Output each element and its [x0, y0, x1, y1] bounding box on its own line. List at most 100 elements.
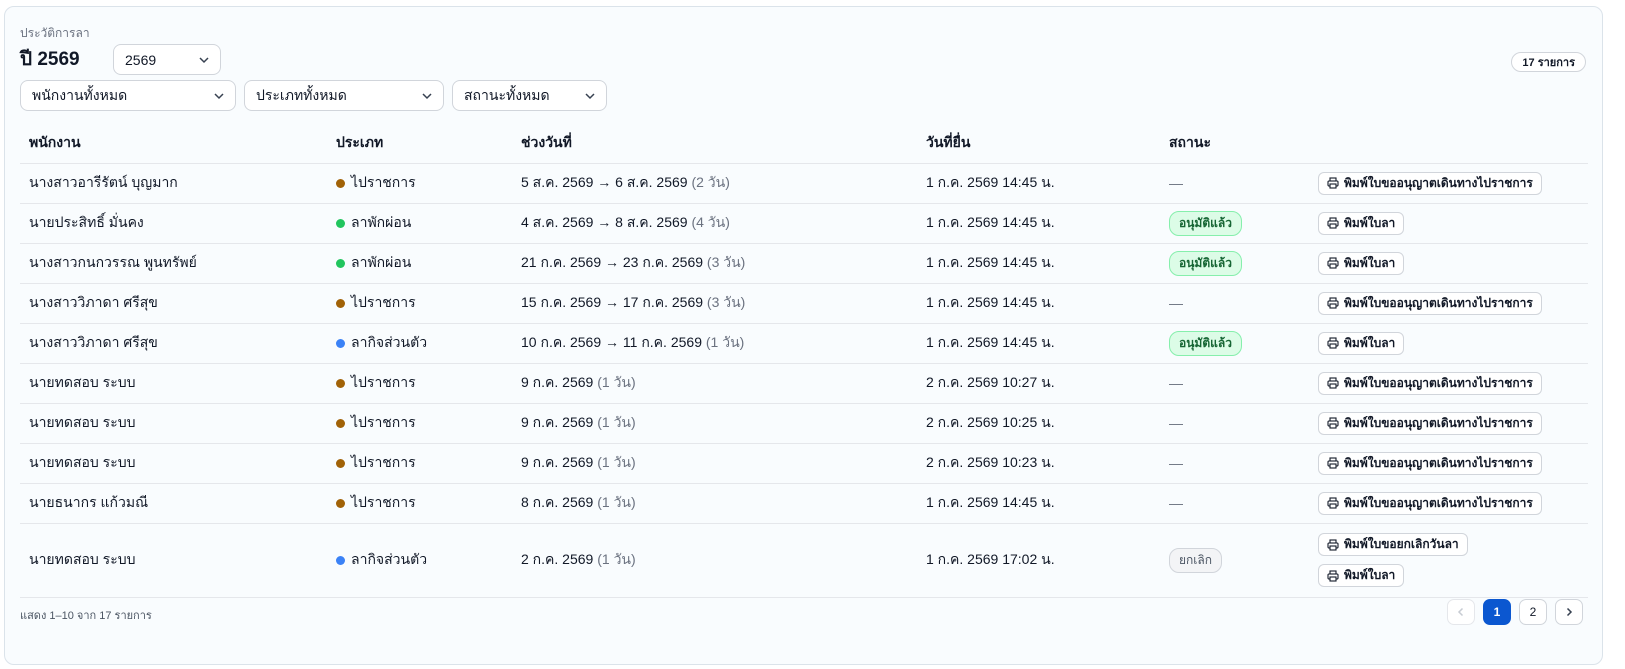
printer-icon	[1327, 457, 1339, 469]
date-range-cell: 2 ก.ค. 2569 (1 วัน)	[512, 523, 917, 598]
chevron-down-icon	[585, 93, 595, 100]
action-buttons: พิมพ์ใบขออนุญาตเดินทางไปราชการ	[1318, 451, 1588, 475]
employee-cell: นายทดสอบ ระบบ	[20, 403, 327, 444]
date-range: 15 ก.ค. 2569 → 17 ก.ค. 2569	[521, 294, 704, 310]
employee-cell: นางสาวอารีรัตน์ บุญมาก	[20, 163, 327, 204]
print-button-label: พิมพ์ใบขออนุญาตเดินทางไปราชการ	[1344, 375, 1533, 390]
day-count: (1 วัน)	[597, 494, 636, 510]
status-empty: —	[1169, 375, 1183, 391]
actions-cell: พิมพ์ใบขออนุญาตเดินทางไปราชการ	[1309, 483, 1588, 524]
type-cell: ลากิจส่วนตัว	[327, 523, 512, 598]
page-button-2[interactable]: 2	[1519, 599, 1547, 625]
type-dot	[336, 218, 345, 228]
table-row: นางสาววิภาดา ศรีสุข ลากิจส่วนตัว 10 ก.ค. 2…	[20, 323, 1588, 364]
day-count: (3 วัน)	[706, 294, 746, 310]
type-label: ไปราชการ	[351, 454, 416, 470]
day-count: (1 วัน)	[597, 414, 636, 430]
table-row: นางสาวกนกวรรณ พูนทรัพย์ ลาพักผ่อน 21 ก.ค. …	[20, 243, 1588, 284]
date-range-cell: 5 ส.ค. 2569 → 6 ส.ค. 2569 (2 วัน)	[512, 163, 917, 204]
print-button[interactable]: พิมพ์ใบขอยกเลิกวันลา	[1318, 533, 1468, 556]
action-buttons: พิมพ์ใบลา	[1318, 331, 1588, 355]
print-button[interactable]: พิมพ์ใบลา	[1318, 211, 1405, 235]
employee-filter-select[interactable]: พนักงานทั้งหมด	[20, 80, 236, 111]
status-empty: —	[1169, 295, 1183, 311]
printer-icon	[1327, 377, 1339, 389]
table-header-row: พนักงาน ประเภท ช่วงวันที่ วันที่ยื่น สถา…	[20, 123, 1588, 164]
submitted-cell: 1 ก.ค. 2569 14:45 น.	[917, 163, 1160, 204]
status-cell: —	[1160, 403, 1309, 444]
action-buttons: พิมพ์ใบขออนุญาตเดินทางไปราชการ	[1318, 171, 1588, 195]
type-label-wrap: ไปราชการ	[336, 172, 416, 194]
type-label-wrap: ลาพักผ่อน	[336, 212, 411, 234]
print-button-label: พิมพ์ใบขออนุญาตเดินทางไปราชการ	[1344, 175, 1533, 190]
print-button[interactable]: พิมพ์ใบขออนุญาตเดินทางไปราชการ	[1318, 171, 1542, 195]
printer-icon	[1327, 417, 1339, 429]
type-dot	[336, 178, 345, 188]
status-filter-select[interactable]: สถานะทั้งหมด	[452, 80, 607, 111]
printer-icon	[1327, 217, 1339, 229]
print-button-label: พิมพ์ใบขออนุญาตเดินทางไปราชการ	[1344, 495, 1533, 510]
page-button-1[interactable]: 1	[1483, 599, 1511, 625]
type-dot	[336, 258, 345, 268]
type-cell: ลากิจส่วนตัว	[327, 323, 512, 364]
printer-icon	[1327, 337, 1339, 349]
status-empty: —	[1169, 415, 1183, 431]
date-range: 2 ก.ค. 2569	[521, 551, 594, 567]
print-button[interactable]: พิมพ์ใบขออนุญาตเดินทางไปราชการ	[1318, 491, 1542, 515]
col-header-range: ช่วงวันที่	[512, 123, 917, 164]
record-count-badge: 17 รายการ	[1511, 52, 1586, 72]
printer-icon	[1327, 569, 1339, 582]
status-cell: อนุมัติแล้ว	[1160, 243, 1309, 284]
status-cell: —	[1160, 443, 1309, 484]
date-range-cell: 9 ก.ค. 2569 (1 วัน)	[512, 403, 917, 444]
printer-icon	[1327, 257, 1339, 269]
prev-page-button[interactable]	[1447, 599, 1475, 625]
day-count: (1 วัน)	[597, 454, 636, 470]
print-button[interactable]: พิมพ์ใบลา	[1318, 331, 1405, 355]
date-range-cell: 9 ก.ค. 2569 (1 วัน)	[512, 443, 917, 484]
actions-cell: พิมพ์ใบขออนุญาตเดินทางไปราชการ	[1309, 283, 1588, 324]
status-cell: อนุมัติแล้ว	[1160, 203, 1309, 244]
type-filter-select[interactable]: ประเภททั้งหมด	[244, 80, 444, 111]
year-select[interactable]: 2569	[113, 44, 221, 75]
day-count: (1 วัน)	[597, 551, 636, 567]
action-buttons: พิมพ์ใบลา	[1318, 211, 1588, 235]
status-empty: —	[1169, 495, 1183, 511]
type-dot	[336, 418, 345, 428]
employee-filter-value: พนักงานทั้งหมด	[32, 86, 128, 103]
print-button-label: พิมพ์ใบขออนุญาตเดินทางไปราชการ	[1344, 295, 1533, 310]
type-label-wrap: ลาพักผ่อน	[336, 252, 411, 274]
pagination-summary: แสดง 1–10 จาก 17 รายการ	[20, 610, 152, 622]
employee-cell: นายธนากร แก้วมณี	[20, 483, 327, 524]
print-button[interactable]: พิมพ์ใบขออนุญาตเดินทางไปราชการ	[1318, 291, 1542, 315]
type-cell: ไปราชการ	[327, 163, 512, 204]
status-cell: อนุมัติแล้ว	[1160, 323, 1309, 364]
type-cell: ไปราชการ	[327, 283, 512, 324]
actions-cell: พิมพ์ใบขออนุญาตเดินทางไปราชการ	[1309, 403, 1588, 444]
next-page-button[interactable]	[1555, 599, 1583, 625]
status-badge: อนุมัติแล้ว	[1169, 330, 1242, 356]
print-button[interactable]: พิมพ์ใบขออนุญาตเดินทางไปราชการ	[1318, 451, 1542, 475]
day-count: (4 วัน)	[691, 214, 730, 230]
print-button[interactable]: พิมพ์ใบลา	[1318, 251, 1405, 275]
status-filter-value: สถานะทั้งหมด	[464, 86, 550, 103]
leave-history-card: ประวัติการลา ปี 2569 2569 17 รายการ พนัก…	[4, 6, 1603, 665]
actions-cell: พิมพ์ใบลา	[1309, 243, 1588, 284]
printer-icon	[1327, 538, 1339, 551]
action-buttons: พิมพ์ใบขออนุญาตเดินทางไปราชการ	[1318, 491, 1588, 515]
col-header-type: ประเภท	[327, 123, 512, 164]
submitted-cell: 1 ก.ค. 2569 14:45 น.	[917, 283, 1160, 324]
table-row: นายทดสอบ ระบบ ไปราชการ 9 ก.ค. 2569 (1 วัน)…	[20, 443, 1588, 484]
submitted-cell: 2 ก.ค. 2569 10:25 น.	[917, 403, 1160, 444]
action-buttons: พิมพ์ใบขออนุญาตเดินทางไปราชการ	[1318, 291, 1588, 315]
action-buttons: พิมพ์ใบขอยกเลิกวันลาพิมพ์ใบลา	[1318, 533, 1588, 587]
leave-table: พนักงาน ประเภท ช่วงวันที่ วันที่ยื่น สถา…	[20, 123, 1588, 598]
print-button[interactable]: พิมพ์ใบขออนุญาตเดินทางไปราชการ	[1318, 371, 1542, 395]
day-count: (1 วัน)	[597, 374, 636, 390]
date-range: 9 ก.ค. 2569	[521, 414, 594, 430]
type-filter-value: ประเภททั้งหมด	[256, 86, 347, 103]
print-button-label: พิมพ์ใบขออนุญาตเดินทางไปราชการ	[1344, 415, 1533, 430]
print-button[interactable]: พิมพ์ใบลา	[1318, 564, 1405, 587]
status-cell: —	[1160, 283, 1309, 324]
print-button[interactable]: พิมพ์ใบขออนุญาตเดินทางไปราชการ	[1318, 411, 1542, 435]
